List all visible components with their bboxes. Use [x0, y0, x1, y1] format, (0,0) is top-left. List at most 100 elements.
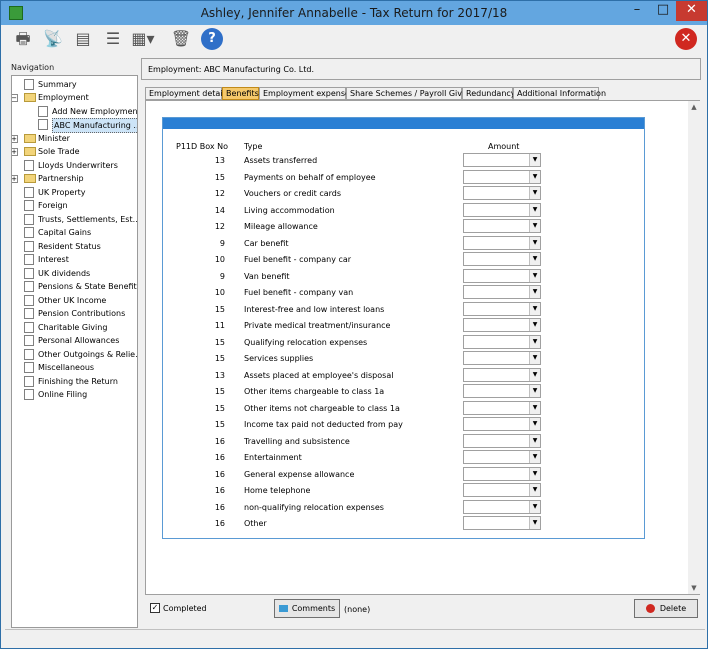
dropdown-list-icon[interactable]: ▦▾: [131, 27, 155, 51]
expand-icon[interactable]: +: [12, 135, 18, 143]
amount-dropdown[interactable]: ▼: [463, 219, 541, 233]
table-row: 10 Fuel benefit - company car ▼: [163, 252, 646, 268]
box-number: 12: [214, 222, 225, 231]
amount-dropdown[interactable]: ▼: [463, 186, 541, 200]
collapse-icon[interactable]: −: [12, 94, 18, 102]
amount-dropdown[interactable]: ▼: [463, 499, 541, 514]
chevron-down-icon[interactable]: ▼: [529, 236, 540, 249]
minimize-button[interactable]: –: [624, 1, 650, 21]
table-row: 16 Entertainment ▼: [163, 450, 646, 466]
tab-employment-expenses[interactable]: Employment expenses: [259, 87, 354, 100]
box-number: 16: [214, 453, 225, 462]
close-button[interactable]: ✕: [676, 1, 707, 21]
folder-icon: [24, 147, 36, 156]
amount-dropdown[interactable]: ▼: [463, 153, 541, 167]
document-icon: [38, 119, 48, 130]
chevron-down-icon[interactable]: ▼: [529, 500, 540, 513]
chevron-down-icon[interactable]: ▼: [529, 154, 540, 166]
amount-dropdown[interactable]: ▼: [463, 417, 541, 431]
chevron-down-icon[interactable]: ▼: [529, 418, 540, 430]
amount-dropdown[interactable]: ▼: [463, 400, 541, 415]
benefit-type: Payments on behalf of employee: [244, 172, 376, 182]
chevron-down-icon[interactable]: ▼: [529, 385, 540, 397]
printer-icon[interactable]: 🖶: [11, 27, 35, 51]
amount-dropdown[interactable]: ▼: [463, 169, 541, 184]
chevron-down-icon[interactable]: ▼: [529, 401, 540, 414]
amount-dropdown[interactable]: ▼: [463, 351, 541, 365]
column-header-type: Type: [244, 142, 263, 151]
box-number: 16: [214, 486, 225, 495]
vertical-scrollbar[interactable]: ▲ ▼: [688, 101, 700, 594]
document-icon: [24, 214, 34, 225]
tab-employment-details[interactable]: Employment details: [145, 87, 229, 100]
chevron-down-icon[interactable]: ▼: [529, 517, 540, 529]
checkbox-box[interactable]: ✓: [150, 603, 160, 613]
chevron-down-icon[interactable]: ▼: [529, 269, 540, 282]
chevron-down-icon[interactable]: ▼: [529, 187, 540, 199]
benefit-type: Private medical treatment/insurance: [244, 321, 391, 330]
comments-button[interactable]: Comments: [274, 599, 340, 618]
document-icon: [24, 254, 34, 265]
chevron-down-icon[interactable]: ▼: [529, 253, 540, 265]
comment-icon: [278, 605, 288, 612]
table-row: 16 non-qualifying relocation expenses ▼: [163, 499, 646, 516]
document-icon: [24, 349, 34, 360]
exit-icon[interactable]: ✕: [675, 28, 697, 50]
navigation-tree: Summary − Employment Add New Employment A…: [11, 75, 138, 628]
chevron-down-icon[interactable]: ▼: [529, 451, 540, 463]
document-icon[interactable]: ▤: [71, 27, 95, 51]
amount-dropdown[interactable]: ▼: [463, 202, 541, 217]
amount-dropdown[interactable]: ▼: [463, 268, 541, 283]
document-icon: [24, 295, 34, 306]
completed-label: Completed: [163, 604, 207, 613]
tab-redundancy[interactable]: Redundancy: [462, 87, 516, 100]
amount-dropdown[interactable]: ▼: [463, 235, 541, 250]
document-icon: [24, 160, 34, 171]
amount-dropdown[interactable]: ▼: [463, 318, 541, 332]
chevron-down-icon[interactable]: ▼: [529, 286, 540, 298]
tab-additional-information[interactable]: Additional Information: [513, 87, 606, 100]
chevron-down-icon[interactable]: ▼: [529, 352, 540, 364]
expand-icon[interactable]: +: [12, 148, 18, 156]
amount-dropdown[interactable]: ▼: [463, 516, 541, 530]
amount-dropdown[interactable]: ▼: [463, 433, 541, 448]
chevron-down-icon[interactable]: ▼: [529, 302, 540, 315]
chevron-down-icon[interactable]: ▼: [529, 434, 540, 447]
chevron-down-icon[interactable]: ▼: [529, 467, 540, 480]
amount-dropdown[interactable]: ▼: [463, 466, 541, 481]
amount-dropdown[interactable]: ▼: [463, 384, 541, 398]
amount-dropdown[interactable]: ▼: [463, 450, 541, 464]
chevron-down-icon[interactable]: ▼: [529, 368, 540, 381]
chevron-down-icon[interactable]: ▼: [529, 484, 540, 496]
title-bar: Ashley, Jennifer Annabelle - Tax Return …: [1, 1, 707, 25]
amount-dropdown[interactable]: ▼: [463, 483, 541, 497]
maximize-button[interactable]: □: [650, 1, 676, 21]
chevron-down-icon[interactable]: ▼: [529, 220, 540, 232]
chevron-down-icon[interactable]: ▼: [529, 335, 540, 348]
amount-dropdown[interactable]: ▼: [463, 301, 541, 316]
status-bar: [5, 629, 705, 645]
chevron-down-icon[interactable]: ▼: [529, 319, 540, 331]
help-icon[interactable]: ?: [201, 28, 223, 50]
document-icon: [24, 308, 34, 319]
delete-button[interactable]: Delete: [634, 599, 698, 618]
scroll-down-icon[interactable]: ▼: [688, 582, 700, 594]
table-row: 16 Other ▼: [163, 516, 646, 532]
benefit-type: Other items chargeable to class 1a: [244, 387, 385, 396]
chevron-down-icon[interactable]: ▼: [529, 203, 540, 216]
expand-icon[interactable]: +: [12, 175, 18, 183]
amount-dropdown[interactable]: ▼: [463, 252, 541, 266]
table-row: 15 Interest-free and low interest loans ▼: [163, 301, 646, 318]
scroll-up-icon[interactable]: ▲: [688, 101, 700, 113]
amount-dropdown[interactable]: ▼: [463, 334, 541, 349]
tab-share-schemes[interactable]: Share Schemes / Payroll Giving: [346, 87, 474, 100]
chevron-down-icon[interactable]: ▼: [529, 170, 540, 183]
trash-icon[interactable]: 🗑: [169, 27, 193, 51]
tab-benefits[interactable]: Benefits: [222, 87, 259, 100]
amount-dropdown[interactable]: ▼: [463, 367, 541, 382]
list-icon[interactable]: ☰: [101, 27, 125, 51]
benefit-type: Mileage allowance: [244, 222, 318, 231]
broadcast-icon[interactable]: 📡: [41, 27, 65, 51]
amount-dropdown[interactable]: ▼: [463, 285, 541, 299]
benefit-type: non-qualifying relocation expenses: [244, 502, 384, 512]
